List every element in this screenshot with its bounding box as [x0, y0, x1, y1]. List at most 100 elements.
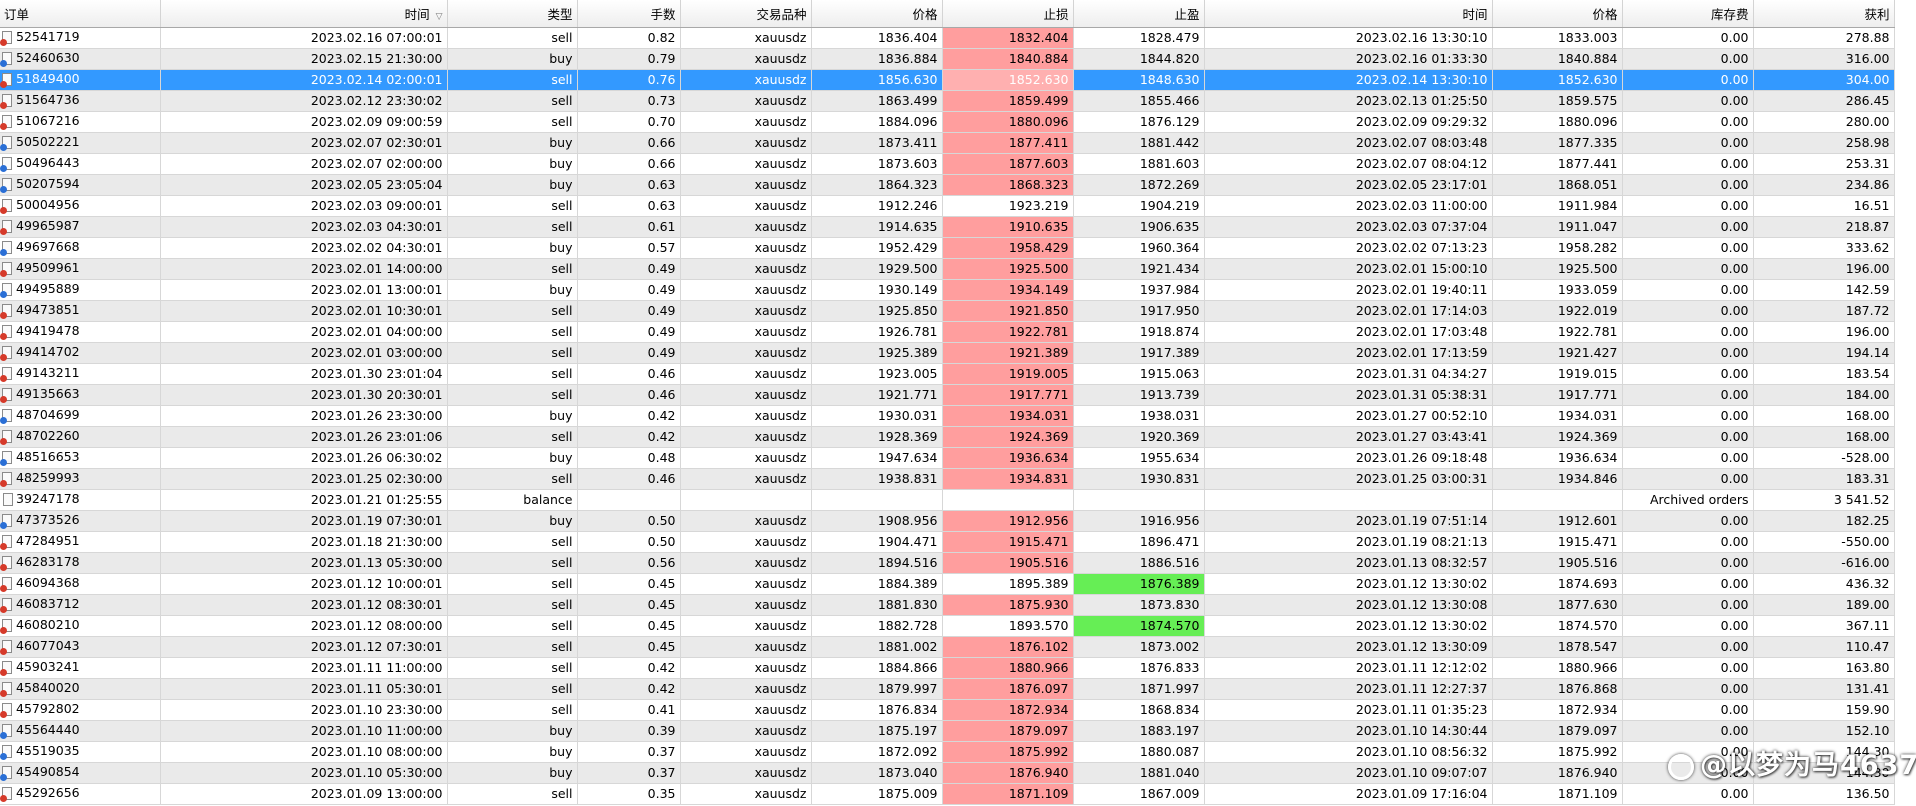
- cell-value: 1879.097: [1008, 723, 1069, 738]
- cell-value: 0.00: [1720, 345, 1749, 360]
- table-row[interactable]: 48259993 2023.01.25 02:30:00 sell 0.46 xauus…: [0, 468, 1895, 490]
- column-header-symbol[interactable]: 交易品种: [680, 0, 812, 28]
- cell-value: buy: [549, 282, 573, 297]
- cell-value: 286.45: [1845, 93, 1890, 108]
- table-row[interactable]: 48702260 2023.01.26 23:01:06 sell 0.42 xauus…: [0, 426, 1895, 448]
- table-row[interactable]: 47373526 2023.01.19 07:30:01 buy 0.50 xauusd…: [0, 510, 1895, 532]
- cell-value: 2023.02.12 23:30:02: [310, 93, 443, 108]
- table-row[interactable]: 51849400 2023.02.14 02:00:01 sell 0.76 xauus…: [0, 69, 1895, 91]
- cell-value: 1844.820: [1139, 51, 1200, 66]
- cell-value: 1934.149: [1008, 282, 1069, 297]
- column-header-time[interactable]: 时间 ▽: [160, 0, 448, 28]
- cell-symbol: xauusdz: [680, 279, 812, 301]
- table-row[interactable]: 49495889 2023.02.01 13:00:01 buy 0.49 xauusd…: [0, 279, 1895, 301]
- table-row[interactable]: 45519035 2023.01.10 08:00:00 buy 0.37 xauusd…: [0, 741, 1895, 763]
- cell-value: xauusdz: [754, 660, 807, 675]
- table-row[interactable]: 46080210 2023.01.12 08:00:00 sell 0.45 xauus…: [0, 615, 1895, 637]
- cell-value: 0.35: [647, 786, 676, 801]
- column-header-order[interactable]: 订单: [0, 0, 161, 28]
- cell-type: sell: [447, 657, 578, 679]
- cell-time: 2023.01.09 13:00:00: [160, 783, 448, 805]
- cell-close_price: 1876.868: [1492, 678, 1623, 700]
- table-row[interactable]: 49143211 2023.01.30 23:01:04 sell 0.46 xauus…: [0, 363, 1895, 385]
- table-row[interactable]: 46094368 2023.01.12 10:00:01 sell 0.45 xauus…: [0, 573, 1895, 595]
- cell-value: 1925.500: [1557, 261, 1618, 276]
- cell-open_price: 1875.197: [811, 720, 943, 742]
- table-row[interactable]: 51564736 2023.02.12 23:30:02 sell 0.73 xauus…: [0, 90, 1895, 112]
- column-header-swap[interactable]: 库存费: [1622, 0, 1754, 28]
- buy-order-icon: [0, 450, 14, 466]
- table-row[interactable]: 50502221 2023.02.07 02:30:01 buy 0.66 xauusd…: [0, 132, 1895, 154]
- column-header-profit[interactable]: 获利: [1753, 0, 1895, 28]
- cell-value: 0.66: [647, 156, 676, 171]
- cell-order: 51849400: [0, 69, 161, 91]
- sell-order-icon: [0, 324, 14, 340]
- cell-close_time: 2023.02.02 07:13:23: [1204, 237, 1493, 259]
- table-row[interactable]: 47284951 2023.01.18 21:30:00 sell 0.50 xauus…: [0, 531, 1895, 553]
- column-header-stop-loss[interactable]: 止损: [942, 0, 1074, 28]
- table-row[interactable]: 46083712 2023.01.12 08:30:01 sell 0.45 xauus…: [0, 594, 1895, 616]
- sell-order-icon: [0, 72, 14, 88]
- column-header-close-price[interactable]: 价格: [1492, 0, 1623, 28]
- table-row[interactable]: 49965987 2023.02.03 04:30:01 sell 0.61 xauus…: [0, 216, 1895, 238]
- table-row[interactable]: 49509961 2023.02.01 14:00:00 sell 0.49 xauus…: [0, 258, 1895, 280]
- cell-value: 2023.01.31 05:38:31: [1355, 387, 1488, 402]
- table-row[interactable]: 45564440 2023.01.10 11:00:00 buy 0.39 xauusd…: [0, 720, 1895, 742]
- table-row[interactable]: 45792802 2023.01.10 23:30:00 sell 0.41 xauus…: [0, 699, 1895, 721]
- table-row[interactable]: 45903241 2023.01.11 11:00:00 sell 0.42 xauus…: [0, 657, 1895, 679]
- table-row[interactable]: 50004956 2023.02.03 09:00:01 sell 0.63 xauus…: [0, 195, 1895, 217]
- cell-value: 2023.01.26 09:18:48: [1355, 450, 1488, 465]
- table-row[interactable]: 49414702 2023.02.01 03:00:00 sell 0.49 xauus…: [0, 342, 1895, 364]
- table-row[interactable]: 49697668 2023.02.02 04:30:01 buy 0.57 xauusd…: [0, 237, 1895, 259]
- table-row[interactable]: 51067216 2023.02.09 09:00:59 sell 0.70 xauus…: [0, 111, 1895, 133]
- cell-value: 1893.570: [1008, 618, 1069, 633]
- cell-lots: 0.66: [577, 132, 681, 154]
- table-row[interactable]: 45840020 2023.01.11 05:30:01 sell 0.42 xauus…: [0, 678, 1895, 700]
- cell-value: 2023.01.10 09:07:07: [1355, 765, 1488, 780]
- cell-value: 2023.02.16 01:33:30: [1355, 51, 1488, 66]
- cell-value: 187.72: [1845, 303, 1890, 318]
- table-row[interactable]: 50207594 2023.02.05 23:05:04 buy 0.63 xauusd…: [0, 174, 1895, 196]
- table-row[interactable]: 49473851 2023.02.01 10:30:01 sell 0.49 xauus…: [0, 300, 1895, 322]
- table-row[interactable]: 48704699 2023.01.26 23:30:00 buy 0.42 xauusd…: [0, 405, 1895, 427]
- cell-value: xauusdz: [754, 219, 807, 234]
- column-header-type[interactable]: 类型: [447, 0, 578, 28]
- column-header-close-time[interactable]: 时间: [1204, 0, 1493, 28]
- table-row[interactable]: 45292656 2023.01.09 13:00:00 sell 0.35 xauus…: [0, 783, 1895, 805]
- table-row[interactable]: 48516653 2023.01.26 06:30:02 buy 0.48 xauusd…: [0, 447, 1895, 469]
- column-header-lots[interactable]: 手数: [577, 0, 681, 28]
- account-history-table: 订单 时间 ▽ 类型 手数 交易品种 价格 止损 止盈 时间 价格 库存费 获利 …: [0, 0, 1895, 805]
- column-header-open-price[interactable]: 价格: [811, 0, 943, 28]
- cell-time: 2023.02.02 04:30:01: [160, 237, 448, 259]
- cell-value: sell: [551, 387, 573, 402]
- table-row[interactable]: 46283178 2023.01.13 05:30:00 sell 0.56 xauus…: [0, 552, 1895, 574]
- cell-type: sell: [447, 594, 578, 616]
- table-row[interactable]: 45490854 2023.01.10 05:30:00 buy 0.37 xauusd…: [0, 762, 1895, 784]
- cell-value: 1916.956: [1139, 513, 1200, 528]
- table-row[interactable]: 49419478 2023.02.01 04:00:00 sell 0.49 xauus…: [0, 321, 1895, 343]
- table-row[interactable]: 39247178 2023.01.21 01:25:55 balance Archiv…: [0, 489, 1895, 511]
- cell-value: 1880.966: [1557, 660, 1618, 675]
- cell-type: sell: [447, 636, 578, 658]
- table-row[interactable]: 52460630 2023.02.15 21:30:00 buy 0.79 xauusd…: [0, 48, 1895, 70]
- cell-tp: 1880.087: [1073, 741, 1205, 763]
- table-row[interactable]: 52541719 2023.02.16 07:00:01 sell 0.82 xauus…: [0, 27, 1895, 49]
- cell-value: 2023.02.09 09:00:59: [310, 114, 443, 129]
- cell-tp: 1921.434: [1073, 258, 1205, 280]
- cell-time: 2023.02.14 02:00:01: [160, 69, 448, 91]
- cell-close_time: 2023.01.31 05:38:31: [1204, 384, 1493, 406]
- cell-lots: 0.48: [577, 447, 681, 469]
- table-row[interactable]: 49135663 2023.01.30 20:30:01 sell 0.46 xauus…: [0, 384, 1895, 406]
- cell-order: 45519035: [0, 741, 161, 763]
- cell-value: 50502221: [16, 134, 80, 150]
- cell-time: 2023.02.07 02:00:00: [160, 153, 448, 175]
- cell-close_time: 2023.02.01 17:03:48: [1204, 321, 1493, 343]
- cell-open_price: 1928.369: [811, 426, 943, 448]
- cell-lots: 0.49: [577, 300, 681, 322]
- column-header-take-profit[interactable]: 止盈: [1073, 0, 1205, 28]
- table-row[interactable]: 50496443 2023.02.07 02:00:00 buy 0.66 xauusd…: [0, 153, 1895, 175]
- cell-close_price: 1958.282: [1492, 237, 1623, 259]
- cell-value: 1856.630: [877, 72, 938, 87]
- cell-symbol: xauusdz: [680, 594, 812, 616]
- table-row[interactable]: 46077043 2023.01.12 07:30:01 sell 0.45 xauus…: [0, 636, 1895, 658]
